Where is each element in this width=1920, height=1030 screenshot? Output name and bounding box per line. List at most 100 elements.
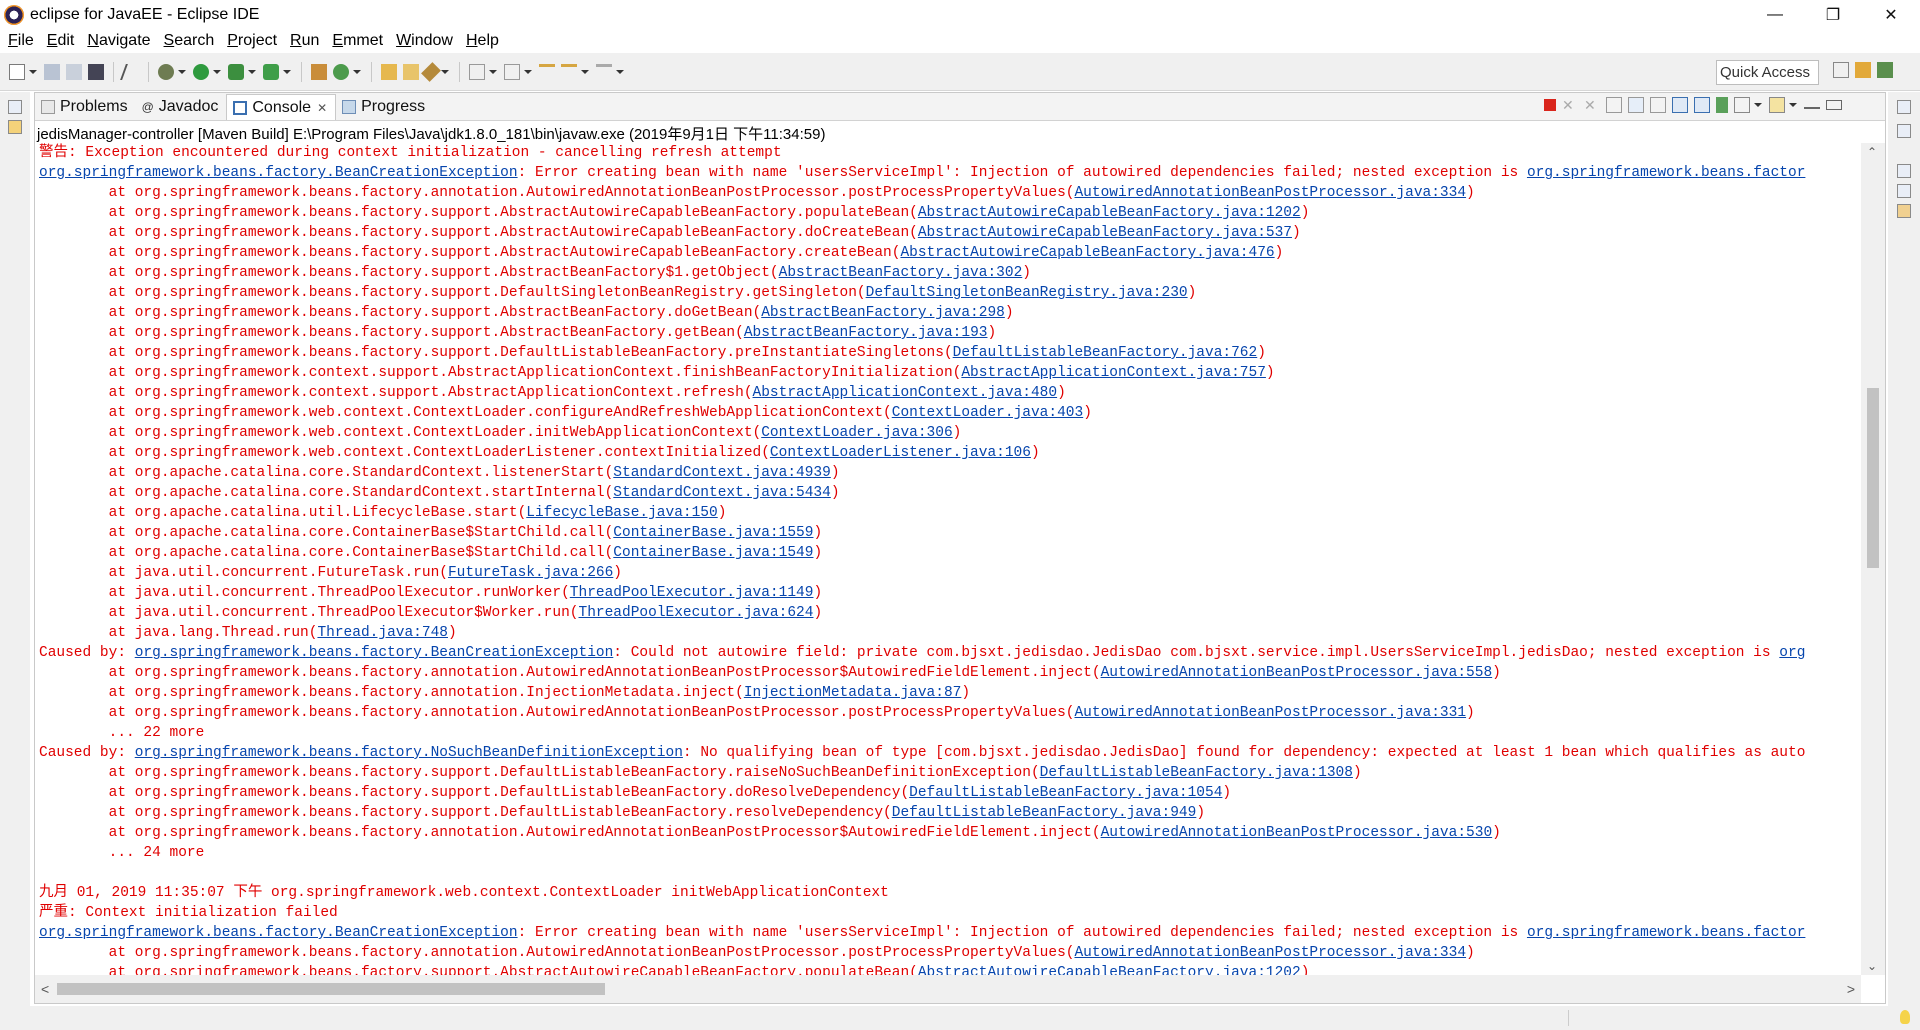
back-dropdown[interactable] <box>581 69 589 74</box>
external-tools-icon[interactable] <box>263 63 279 80</box>
open-console-dropdown[interactable] <box>1789 103 1797 107</box>
new-package-icon[interactable] <box>311 63 327 80</box>
lightbulb-icon[interactable] <box>1900 1010 1910 1024</box>
open-folder-icon[interactable] <box>403 63 419 80</box>
stack-trace-link[interactable]: LifecycleBase.java:150 <box>526 505 717 521</box>
debug-icon[interactable] <box>158 63 174 80</box>
scroll-left-icon[interactable]: < <box>41 981 49 997</box>
menu-search[interactable]: Search <box>164 32 215 50</box>
terminal-icon[interactable] <box>88 63 104 80</box>
search-icon[interactable] <box>421 61 441 82</box>
external-tools-dropdown[interactable] <box>283 69 291 74</box>
save-all-icon[interactable] <box>66 63 82 80</box>
clear-console-icon[interactable] <box>1606 97 1622 113</box>
stack-trace-link[interactable]: ContainerBase.java:1559 <box>613 525 813 541</box>
prev-annotation-dropdown[interactable] <box>524 69 532 74</box>
stack-trace-link[interactable]: AbstractAutowireCapableBeanFactory.java:… <box>900 245 1274 261</box>
scroll-up-icon[interactable]: ⌃ <box>1867 145 1877 159</box>
open-type-icon[interactable] <box>381 63 397 80</box>
coverage-icon[interactable] <box>228 63 244 80</box>
stack-trace-link[interactable]: AutowiredAnnotationBeanPostProcessor.jav… <box>1101 825 1493 841</box>
java-perspective-icon[interactable] <box>1877 62 1893 78</box>
back-icon[interactable] <box>561 63 577 80</box>
maximize-view-icon[interactable] <box>1826 100 1842 110</box>
pin-console-icon[interactable] <box>1716 97 1728 113</box>
close-icon[interactable]: ✕ <box>317 101 327 115</box>
close-button[interactable]: ✕ <box>1862 0 1920 29</box>
stack-trace-link[interactable]: AbstractApplicationContext.java:757 <box>961 365 1266 381</box>
scroll-right-icon[interactable]: > <box>1847 981 1855 997</box>
stack-trace-link[interactable]: DefaultListableBeanFactory.java:1308 <box>1040 765 1353 781</box>
stack-trace-link[interactable]: AutowiredAnnotationBeanPostProcessor.jav… <box>1074 185 1466 201</box>
show-on-stdout-icon[interactable] <box>1672 97 1688 113</box>
new-class-dropdown[interactable] <box>353 69 361 74</box>
debug-dropdown[interactable] <box>178 69 186 74</box>
stack-trace-link[interactable]: AbstractBeanFactory.java:302 <box>779 265 1023 281</box>
servers-icon[interactable] <box>1897 204 1911 218</box>
new-dropdown[interactable] <box>29 69 37 74</box>
stack-trace-link[interactable]: org <box>1779 645 1805 661</box>
stack-trace-link[interactable]: AbstractAutowireCapableBeanFactory.java:… <box>918 205 1301 221</box>
display-console-icon[interactable] <box>1734 97 1750 113</box>
show-on-stderr-icon[interactable] <box>1694 97 1710 113</box>
skip-breakpoints-icon[interactable] <box>120 63 142 80</box>
stack-trace-link[interactable]: AbstractApplicationContext.java:480 <box>753 385 1058 401</box>
menu-window[interactable]: Window <box>396 32 453 50</box>
menu-edit[interactable]: Edit <box>47 32 75 50</box>
tab-javadoc[interactable]: @ Javadoc <box>136 94 227 120</box>
forward-dropdown[interactable] <box>616 69 624 74</box>
minimize-button[interactable]: — <box>1746 0 1804 29</box>
forward-icon[interactable] <box>596 63 612 80</box>
open-console-icon[interactable] <box>1769 97 1785 113</box>
stack-trace-link[interactable]: ContextLoaderListener.java:106 <box>770 445 1031 461</box>
display-console-dropdown[interactable] <box>1754 103 1762 107</box>
stack-trace-link[interactable]: ContextLoader.java:403 <box>892 405 1083 421</box>
horizontal-scrollbar[interactable]: < > <box>35 975 1861 1003</box>
stack-trace-link[interactable]: org.springframework.beans.factory.BeanCr… <box>39 925 518 941</box>
stack-trace-link[interactable]: ContextLoader.java:306 <box>761 425 952 441</box>
java-ee-perspective-icon[interactable] <box>1855 62 1871 78</box>
stack-trace-link[interactable]: AbstractBeanFactory.java:298 <box>761 305 1005 321</box>
menu-project[interactable]: Project <box>227 32 277 50</box>
prev-annotation-icon[interactable] <box>504 63 520 80</box>
next-annotation-icon[interactable] <box>469 63 485 80</box>
stack-trace-link[interactable]: org.springframework.beans.factor <box>1527 165 1805 181</box>
stack-trace-link[interactable]: FutureTask.java:266 <box>448 565 613 581</box>
open-perspective-icon[interactable] <box>1833 62 1849 78</box>
stack-trace-link[interactable]: org.springframework.beans.factory.NoSuch… <box>135 745 683 761</box>
stack-trace-link[interactable]: AutowiredAnnotationBeanPostProcessor.jav… <box>1074 705 1466 721</box>
tab-console[interactable]: Console ✕ <box>226 94 337 120</box>
word-wrap-icon[interactable] <box>1650 97 1666 113</box>
restore-button[interactable]: ❐ <box>1804 0 1862 29</box>
stack-trace-link[interactable]: ContainerBase.java:1549 <box>613 545 813 561</box>
coverage-dropdown[interactable] <box>248 69 256 74</box>
restore-view-icon[interactable] <box>1897 100 1911 114</box>
save-icon[interactable] <box>44 63 60 80</box>
scroll-thumb[interactable] <box>1867 388 1879 568</box>
outline-icon[interactable] <box>1897 124 1911 138</box>
scroll-down-icon[interactable]: ⌄ <box>1867 959 1877 973</box>
stack-trace-link[interactable]: ThreadPoolExecutor.java:624 <box>579 605 814 621</box>
remove-all-terminated-icon[interactable]: ✕ <box>1584 97 1600 113</box>
new-class-icon[interactable] <box>333 63 349 80</box>
stack-trace-link[interactable]: ThreadPoolExecutor.java:1149 <box>570 585 814 601</box>
scroll-lock-icon[interactable] <box>1628 97 1644 113</box>
package-explorer-icon[interactable] <box>8 120 22 134</box>
stack-trace-link[interactable]: AutowiredAnnotationBeanPostProcessor.jav… <box>1101 665 1493 681</box>
menu-navigate[interactable]: Navigate <box>87 32 150 50</box>
minimize-view-icon[interactable] <box>1804 101 1820 109</box>
new-icon[interactable] <box>9 63 25 80</box>
stack-trace-link[interactable]: InjectionMetadata.java:87 <box>744 685 962 701</box>
run-dropdown[interactable] <box>213 69 221 74</box>
stack-trace-link[interactable]: DefaultListableBeanFactory.java:1054 <box>909 785 1222 801</box>
last-edit-icon[interactable] <box>539 63 555 80</box>
stack-trace-link[interactable]: org.springframework.beans.factory.BeanCr… <box>135 645 614 661</box>
stack-trace-link[interactable]: AbstractBeanFactory.java:193 <box>744 325 988 341</box>
console-output[interactable]: 警告: Exception encountered during context… <box>35 143 1861 975</box>
terminate-icon[interactable] <box>1544 99 1556 111</box>
stack-trace-link[interactable]: Thread.java:748 <box>317 625 448 641</box>
menu-help[interactable]: Help <box>466 32 499 50</box>
menu-file[interactable]: File <box>8 32 34 50</box>
restore-view-icon[interactable] <box>8 100 22 114</box>
stack-trace-link[interactable]: AbstractAutowireCapableBeanFactory.java:… <box>918 965 1301 975</box>
